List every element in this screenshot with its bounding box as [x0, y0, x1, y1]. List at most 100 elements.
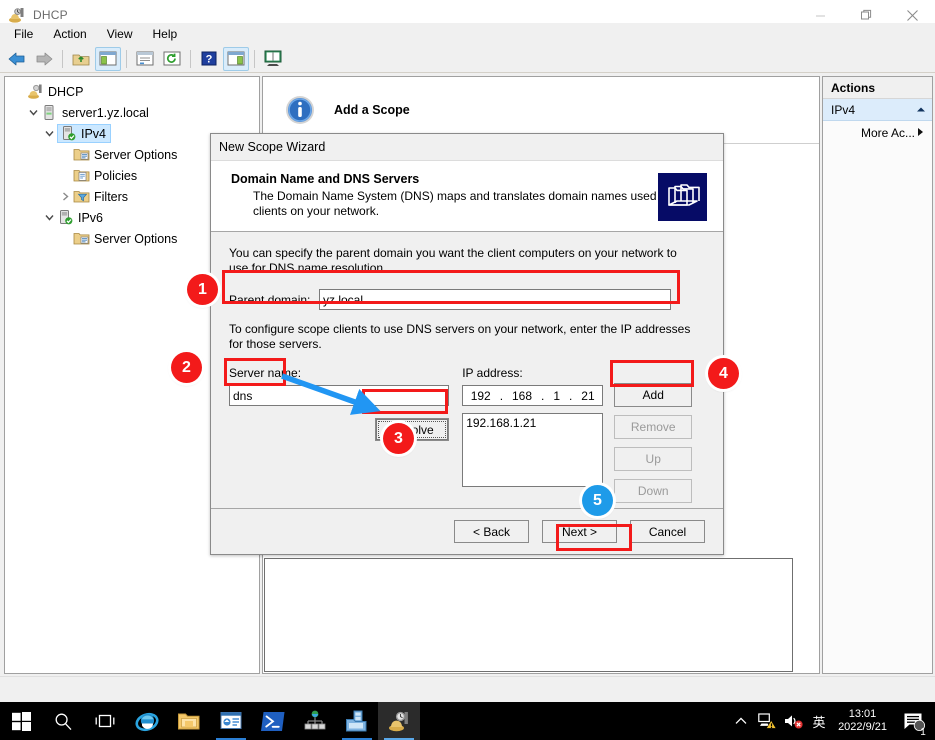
toolbar-separator [254, 49, 255, 68]
internet-explorer-icon[interactable] [126, 702, 168, 740]
options-folder-icon [73, 230, 90, 247]
remove-button: Remove [614, 415, 693, 439]
actions-item-more-actions[interactable]: More Ac... [823, 121, 932, 145]
chevron-down-icon[interactable] [41, 210, 57, 226]
server-manager-icon[interactable] [210, 702, 252, 740]
help-icon[interactable]: ? [196, 47, 222, 71]
ip-octet-4: 21 [581, 388, 595, 403]
info-icon [285, 95, 315, 125]
notification-icon[interactable]: 1 [897, 702, 931, 740]
properties-icon[interactable] [132, 47, 158, 71]
dhcp-root-icon [27, 83, 44, 100]
system-tray: 英 13:01 2022/9/21 1 [728, 702, 935, 740]
ip-dot: . [499, 388, 504, 403]
dns-servers-list[interactable]: 192.168.1.21 [462, 413, 604, 487]
tree-node-label: Server Options [94, 231, 178, 246]
menu-action[interactable]: Action [43, 24, 96, 44]
ipv4-icon [60, 125, 77, 142]
up-folder-icon[interactable] [68, 47, 94, 71]
tree-node-dhcp[interactable]: DHCP [9, 81, 257, 102]
badge-2: 2 [171, 352, 202, 383]
refresh-icon[interactable] [159, 47, 185, 71]
svg-text:?: ? [206, 54, 213, 66]
status-bar [0, 676, 935, 702]
actions-header: Actions [823, 77, 932, 99]
up-button: Up [614, 447, 693, 471]
dns-manager-icon[interactable] [336, 702, 378, 740]
down-button: Down [614, 479, 693, 503]
ip-dot: . [541, 388, 545, 403]
wizard-heading: Domain Name and DNS Servers [231, 172, 420, 186]
wizard-footer: < Back Next > Cancel [211, 508, 723, 554]
volume-muted-icon[interactable] [780, 702, 806, 740]
export-list-icon[interactable] [260, 47, 286, 71]
dns-folders-icon [658, 173, 707, 221]
tree-node-label: Policies [94, 168, 138, 183]
wizard-header: Domain Name and DNS Servers The Domain N… [211, 160, 723, 232]
dns-note-text: To configure scope clients to use DNS se… [229, 322, 691, 351]
ime-indicator[interactable]: 英 [806, 702, 832, 740]
results-inner-box [264, 558, 793, 672]
search-icon[interactable] [42, 702, 84, 740]
parent-domain-row: Parent domain: yz.local [229, 289, 705, 310]
window-title: DHCP [33, 8, 68, 22]
new-scope-wizard-dialog: New Scope Wizard Domain Name and DNS Ser… [210, 133, 724, 555]
actions-pane: Actions IPv4 More Ac... [822, 76, 933, 674]
tree-node-label: IPv6 [78, 210, 104, 225]
dhcp-manager-icon[interactable] [378, 702, 420, 740]
toolbar: ? [0, 45, 935, 73]
toolbar-separator [126, 49, 127, 68]
actions-item-label: More Ac... [861, 126, 916, 140]
chevron-up-icon[interactable] [916, 105, 926, 115]
badge-5: 5 [582, 485, 613, 516]
clock[interactable]: 13:01 2022/9/21 [832, 708, 897, 734]
dhcp-server-icon [8, 6, 26, 24]
menu-bar: File Action View Help [0, 23, 935, 45]
tree-node-label: DHCP [48, 84, 84, 99]
add-button[interactable]: Add [614, 383, 693, 407]
policies-folder-icon [73, 167, 90, 184]
tree-node-label: IPv4 [81, 126, 107, 141]
parent-domain-input[interactable]: yz.local [319, 289, 671, 310]
show-hide-console-tree-icon[interactable] [95, 46, 121, 71]
network-tools-icon[interactable] [294, 702, 336, 740]
badge-3: 3 [383, 423, 414, 454]
filters-icon [73, 188, 90, 205]
task-view-icon[interactable] [84, 702, 126, 740]
next-button[interactable]: Next > [542, 520, 617, 543]
actions-group-label: IPv4 [831, 102, 856, 117]
notification-count: 1 [920, 727, 926, 738]
server-icon [41, 104, 58, 121]
list-item[interactable]: 192.168.1.21 [466, 416, 599, 430]
ip-address-input[interactable]: 192 . 168 . 1 . 21 [462, 385, 604, 406]
menu-help[interactable]: Help [143, 24, 188, 44]
network-warning-icon[interactable] [754, 702, 780, 740]
taskbar: 英 13:01 2022/9/21 1 [0, 702, 935, 740]
show-hide-action-pane-icon[interactable] [223, 46, 249, 71]
file-explorer-icon[interactable] [168, 702, 210, 740]
chevron-down-icon[interactable] [25, 105, 41, 121]
chevron-down-icon[interactable] [41, 126, 57, 142]
actions-group-ipv4[interactable]: IPv4 [823, 99, 932, 121]
options-folder-icon [73, 146, 90, 163]
forward-icon[interactable] [31, 47, 57, 71]
wizard-title: New Scope Wizard [211, 134, 723, 160]
annotation-arrow [281, 373, 381, 415]
submenu-arrow-icon [917, 127, 924, 139]
ip-octet-1: 192 [470, 388, 491, 403]
ip-address-label: IP address: [462, 366, 523, 380]
tree-node-server1[interactable]: server1.yz.local [9, 102, 257, 123]
menu-view[interactable]: View [97, 24, 143, 44]
badge-1: 1 [187, 274, 218, 305]
chevron-right-icon[interactable] [57, 189, 73, 205]
back-button[interactable]: < Back [454, 520, 529, 543]
badge-4: 4 [708, 358, 739, 389]
chevron-up-icon[interactable] [728, 702, 754, 740]
ip-octet-2: 168 [512, 388, 533, 403]
back-icon[interactable] [4, 47, 30, 71]
results-pane-title: Add a Scope [334, 103, 410, 117]
start-button[interactable] [0, 702, 42, 740]
menu-file[interactable]: File [4, 24, 43, 44]
cancel-button[interactable]: Cancel [630, 520, 705, 543]
powershell-icon[interactable] [252, 702, 294, 740]
